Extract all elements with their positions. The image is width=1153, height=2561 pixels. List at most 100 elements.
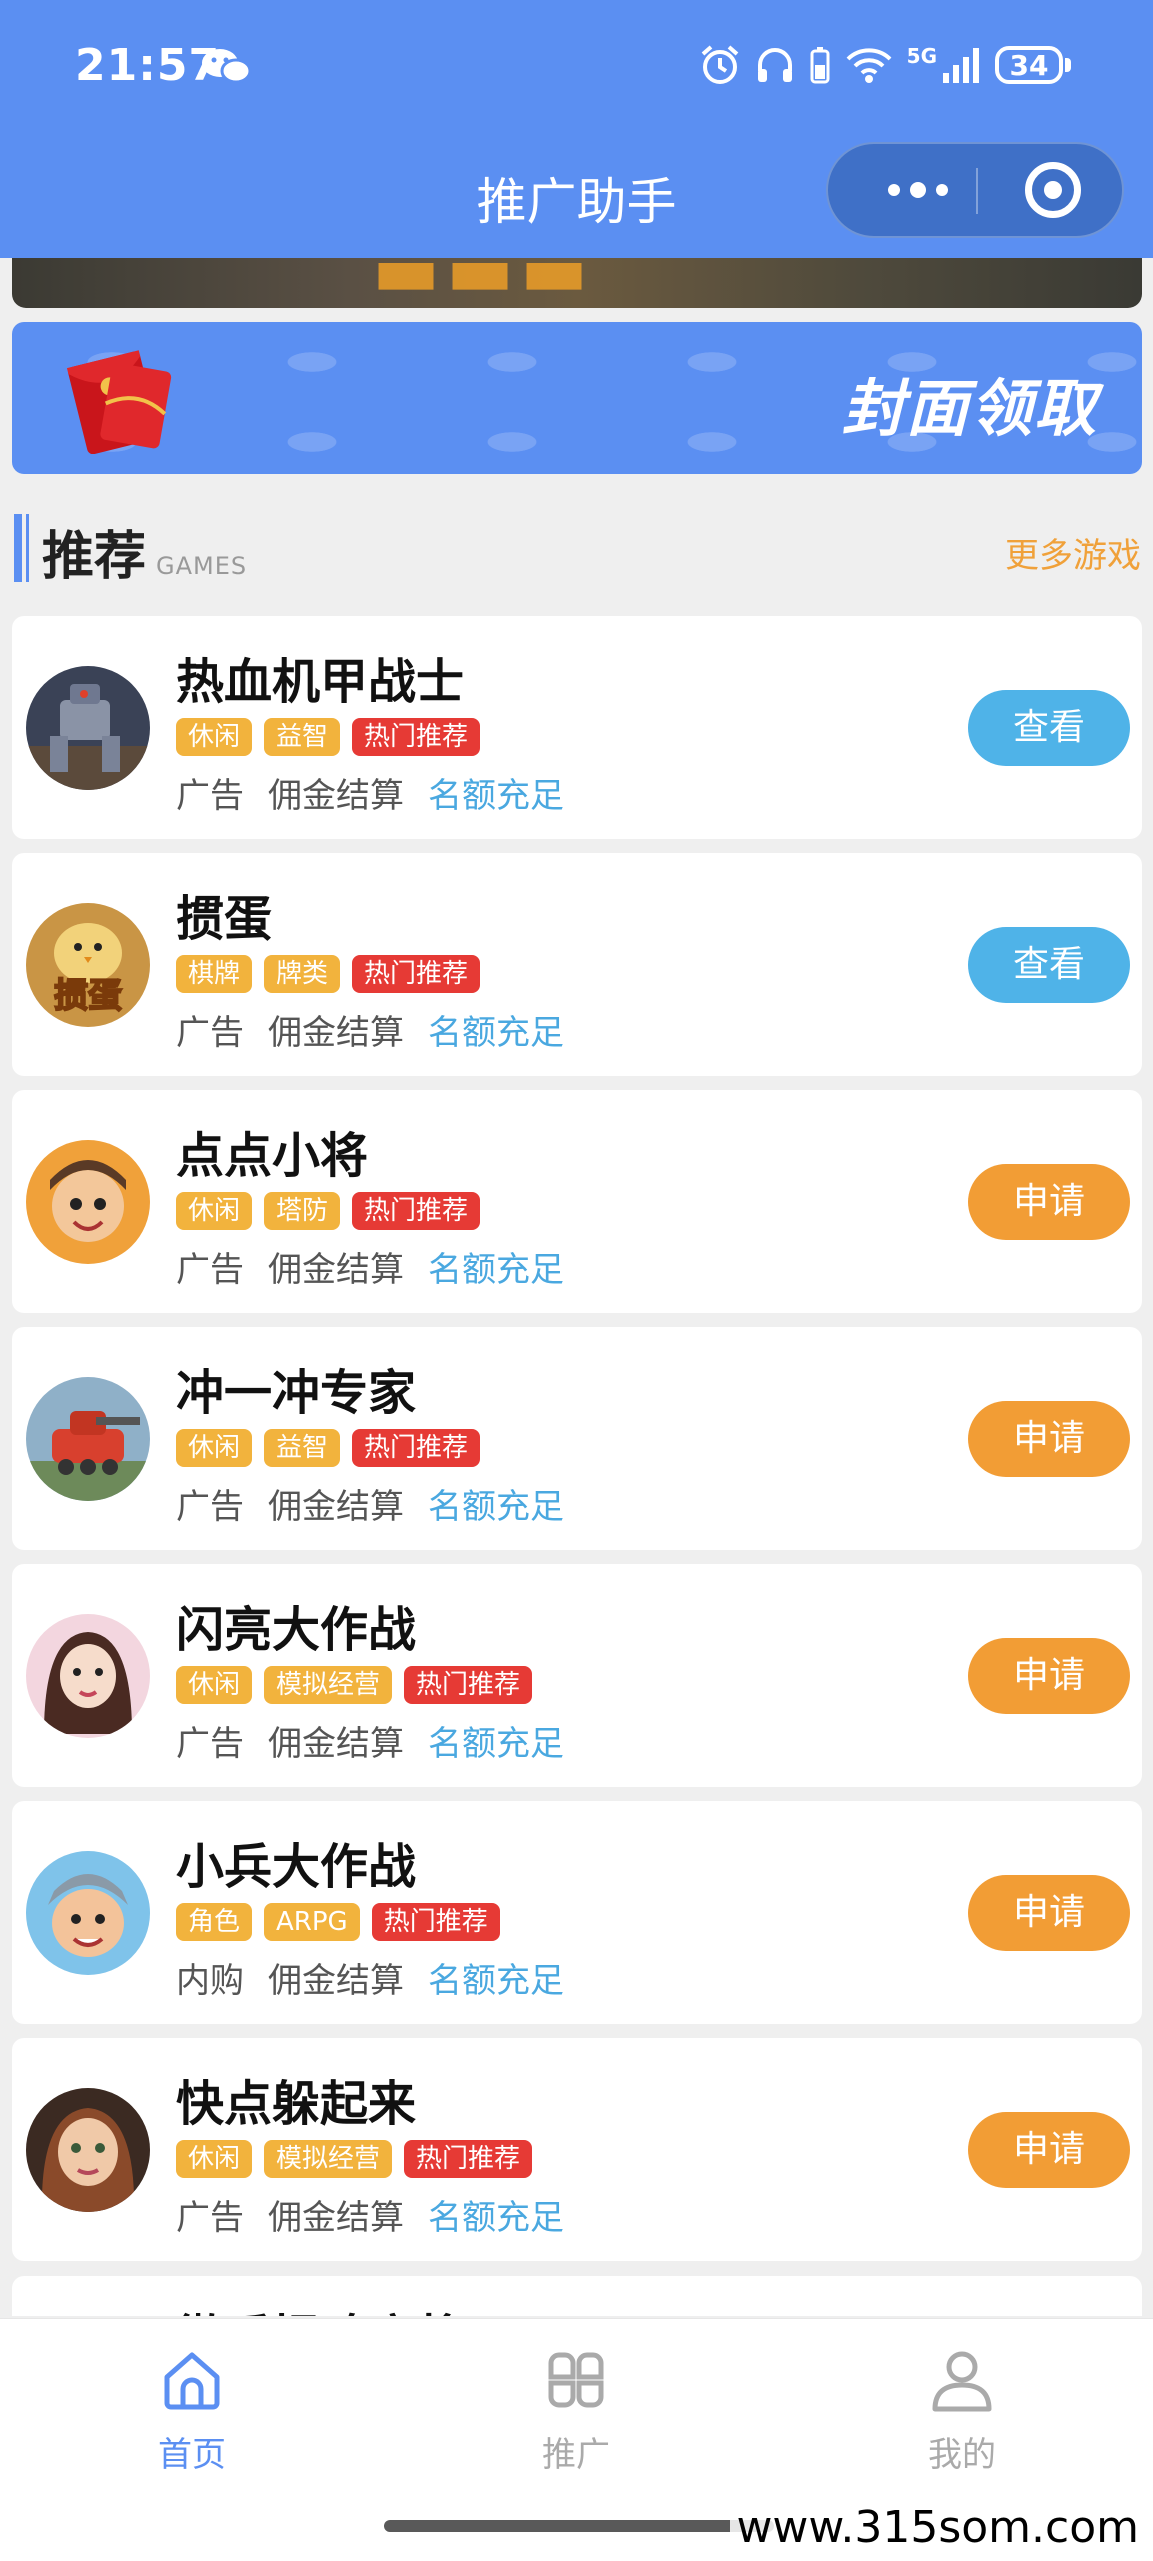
tab-promote[interactable]: 推广 [476, 2347, 676, 2476]
quota-status: 名额充足 [428, 1961, 564, 2001]
game-name: 点点小将 [176, 1128, 369, 1184]
battery-saver-icon [810, 47, 830, 84]
game-avatar [26, 1851, 150, 1975]
settlement: 佣金结算 [268, 1724, 404, 1764]
game-name: 微乐捉鸡麻将 [176, 2298, 464, 2316]
red-envelope-icon [66, 350, 172, 454]
game-name: 冲一冲专家 [176, 1365, 417, 1421]
game-name: 掼蛋 [176, 891, 273, 947]
home-icon [164, 2352, 220, 2410]
miniprogram-capsule [826, 142, 1124, 238]
game-avatar [26, 2088, 150, 2212]
wifi-icon [846, 48, 892, 83]
game-meta: 广告 佣金结算 名额充足 [176, 1242, 564, 1291]
game-tag: 休闲 [176, 1429, 253, 1467]
game-name: 小兵大作战 [176, 1839, 417, 1895]
game-card-partial[interactable]: 微乐捉鸡麻将 [12, 2276, 1142, 2316]
wechat-icon [202, 49, 252, 84]
hot-tag: 热门推荐 [404, 1666, 533, 1704]
ad-type: 广告 [176, 1487, 244, 1527]
tab-mine[interactable]: 我的 [862, 2347, 1062, 2476]
apply-button[interactable]: 申请 [968, 1164, 1130, 1240]
apply-button[interactable]: 申请 [968, 1875, 1130, 1951]
ad-type: 内购 [176, 1961, 244, 2001]
game-meta: 广告 佣金结算 名额充足 [176, 1479, 564, 1528]
game-meta: 广告 佣金结算 名额充足 [176, 1005, 564, 1054]
view-button[interactable]: 查看 [968, 690, 1130, 766]
game-name: 闪亮大作战 [176, 1602, 417, 1658]
game-tag: 棋牌 [176, 955, 253, 993]
tab-label: 首页 [158, 2435, 226, 2475]
game-tag: 休闲 [176, 718, 253, 756]
close-miniprogram-button[interactable] [1025, 162, 1081, 218]
capsule-divider [976, 168, 978, 214]
game-tags: 休闲 益智 热门推荐 [176, 718, 481, 756]
navbar: 推广助手 [0, 140, 1153, 258]
quota-status: 名额充足 [428, 1013, 564, 1053]
more-menu-button[interactable] [868, 144, 968, 236]
game-tag: 益智 [264, 1429, 341, 1467]
svg-text:掼蛋: 掼蛋 [54, 976, 122, 1016]
game-avatar [26, 666, 150, 790]
settlement: 佣金结算 [268, 1961, 404, 2001]
network-label: 5G [906, 44, 937, 68]
game-avatar [26, 1140, 150, 1264]
status-bar: 21:57 5G 34 [0, 0, 1153, 140]
game-tag: 模拟经营 [264, 1666, 393, 1704]
quota-status: 名额充足 [428, 776, 564, 816]
game-tag: 益智 [264, 718, 341, 756]
status-icons: 5G 34 [699, 40, 1071, 90]
game-avatar [26, 1614, 150, 1738]
apply-button[interactable]: 申请 [968, 1401, 1130, 1477]
watermark: www.315som.com [730, 2502, 1145, 2553]
quota-status: 名额充足 [428, 1250, 564, 1290]
game-tag: 角色 [176, 1903, 253, 1941]
section-title: 推荐 [42, 527, 147, 587]
settlement: 佣金结算 [268, 1250, 404, 1290]
tab-home[interactable]: 首页 [92, 2347, 292, 2476]
game-tags: 休闲 模拟经营 热门推荐 [176, 1666, 533, 1704]
game-name: 快点躲起来 [176, 2076, 417, 2132]
game-tag: 休闲 [176, 1192, 253, 1230]
hot-tag: 热门推荐 [371, 1903, 500, 1941]
alarm-icon [701, 45, 738, 84]
section-subtitle: GAMES [156, 552, 248, 580]
game-tag: 塔防 [264, 1192, 341, 1230]
cover-claim-banner[interactable]: 封面领取 [12, 322, 1142, 474]
settlement: 佣金结算 [268, 2198, 404, 2238]
game-card[interactable]: 闪亮大作战 休闲 模拟经营 热门推荐 广告 佣金结算 名额充足 申请 [12, 1564, 1142, 1787]
game-card[interactable]: 热血机甲战士 休闲 益智 热门推荐 广告 佣金结算 名额充足 查看 [12, 616, 1142, 839]
game-avatar [26, 1377, 150, 1501]
ad-type: 广告 [176, 1724, 244, 1764]
game-card[interactable]: 冲一冲专家 休闲 益智 热门推荐 广告 佣金结算 名额充足 申请 [12, 1327, 1142, 1550]
game-meta: 广告 佣金结算 名额充足 [176, 1716, 564, 1765]
game-tag: 休闲 [176, 2140, 253, 2178]
ad-type: 广告 [176, 1013, 244, 1053]
game-banner[interactable]: ▬▬▬ [12, 258, 1142, 308]
apply-button[interactable]: 申请 [968, 2112, 1130, 2188]
game-card[interactable]: 掼蛋 掼蛋 棋牌 牌类 热门推荐 广告 佣金结算 名额充足 查看 [12, 853, 1142, 1076]
headphones-icon [757, 48, 792, 82]
game-card[interactable]: 快点躲起来 休闲 模拟经营 热门推荐 广告 佣金结算 名额充足 申请 [12, 2038, 1142, 2261]
apply-button[interactable]: 申请 [968, 1638, 1130, 1714]
home-indicator[interactable] [384, 2520, 774, 2532]
settlement: 佣金结算 [268, 1487, 404, 1527]
view-button[interactable]: 查看 [968, 927, 1130, 1003]
tab-label: 推广 [542, 2435, 610, 2475]
tab-label: 我的 [928, 2435, 996, 2475]
game-tag: 模拟经营 [264, 2140, 393, 2178]
game-avatar: 掼蛋 [26, 903, 150, 1027]
game-tag: 休闲 [176, 1666, 253, 1704]
hot-tag: 热门推荐 [352, 1192, 481, 1230]
section-accent-bar [14, 514, 22, 582]
quota-status: 名额充足 [428, 2198, 564, 2238]
signal-icon [943, 48, 979, 83]
more-games-link[interactable]: 更多游戏 [1005, 528, 1141, 577]
game-tags: 休闲 益智 热门推荐 [176, 1429, 481, 1467]
game-tags: 角色 ARPG 热门推荐 [176, 1903, 500, 1941]
game-card[interactable]: 小兵大作战 角色 ARPG 热门推荐 内购 佣金结算 名额充足 申请 [12, 1801, 1142, 2024]
game-card[interactable]: 点点小将 休闲 塔防 热门推荐 广告 佣金结算 名额充足 申请 [12, 1090, 1142, 1313]
game-tags: 休闲 模拟经营 热门推荐 [176, 2140, 533, 2178]
battery-icon: 34 [995, 46, 1071, 84]
section-accent-line [26, 514, 29, 582]
